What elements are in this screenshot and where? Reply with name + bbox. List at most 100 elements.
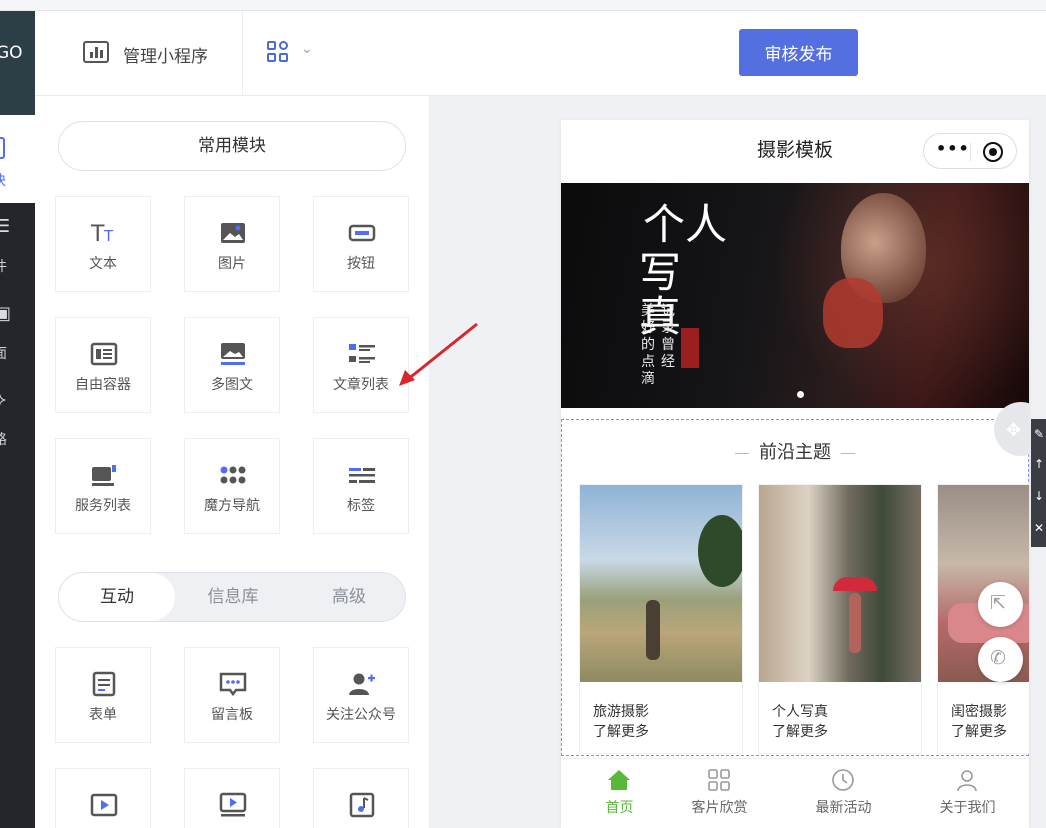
module-label: 文本: [89, 256, 117, 272]
multi-image-text-icon: [221, 343, 245, 365]
tab-interactive[interactable]: 互动: [59, 573, 175, 621]
module-label: 服务列表: [75, 498, 131, 514]
logo-text: GO: [0, 43, 23, 63]
tab-advanced[interactable]: 高级: [291, 573, 405, 621]
tab-about[interactable]: 关于我们: [909, 759, 1026, 828]
edit-icon[interactable]: ✎: [1034, 427, 1044, 441]
carousel-indicator[interactable]: [797, 391, 804, 398]
tab-info-library[interactable]: 信息库: [175, 573, 291, 621]
module-video-list[interactable]: [184, 768, 280, 828]
button-icon: [348, 224, 376, 242]
module-video[interactable]: [55, 768, 151, 828]
module-message-board[interactable]: 留言板: [184, 647, 280, 743]
move-up-icon[interactable]: ↑: [1034, 457, 1044, 471]
music-icon: [349, 792, 375, 818]
close-target-icon[interactable]: [983, 142, 1003, 162]
card-image: [759, 485, 921, 682]
card-image: [580, 485, 742, 682]
module-tag[interactable]: 标签: [313, 438, 409, 534]
rail-item-modules[interactable]: 块: [0, 115, 35, 203]
service-list-icon: [92, 465, 116, 486]
theme-card[interactable]: 旅游摄影 了解更多: [579, 484, 743, 754]
share-button[interactable]: ⇱: [978, 582, 1023, 627]
top-strip: [0, 0, 1046, 11]
module-label: 魔方导航: [204, 498, 260, 514]
grid-icon: [708, 769, 730, 791]
top-header: 管理小程序 ⌄ 审核发布: [35, 11, 1046, 96]
rail-item-components[interactable]: ☰ 件: [0, 216, 35, 286]
cube-nav-icon: [220, 466, 246, 484]
list-icon: ☰: [0, 216, 11, 237]
logo: GO: [0, 11, 35, 115]
module-label: 留言板: [211, 707, 253, 723]
rail-item-routes[interactable]: ⟡ 路: [0, 389, 35, 459]
tag-icon: [349, 468, 375, 483]
banner-subtitle-1: 记录曾经: [661, 303, 675, 370]
rail-item-label: 块: [0, 170, 6, 190]
module-music[interactable]: [313, 768, 409, 828]
module-follow-account[interactable]: 关注公众号: [313, 647, 409, 743]
user-icon: [957, 770, 977, 792]
module-label: 自由容器: [75, 377, 131, 393]
module-cube-nav[interactable]: 魔方导航: [184, 438, 280, 534]
module-image[interactable]: 图片: [184, 196, 280, 292]
card-more-link[interactable]: 了解更多: [593, 721, 649, 741]
banner-carousel[interactable]: 个人 写真 记录曾经 美好的点滴: [561, 183, 1029, 408]
module-panel: 常用模块 TT 文本 图片 按钮 自由容器 多图文 文章列表 服务列表 魔方导航…: [35, 96, 429, 828]
common-modules-header: 常用模块: [58, 121, 406, 171]
module-button[interactable]: 按钮: [313, 196, 409, 292]
section-title: 前沿主题: [562, 438, 1028, 464]
banner-title-1: 个人: [643, 200, 728, 249]
grid-apps-icon[interactable]: [267, 41, 289, 63]
pages-icon: ▣: [0, 303, 12, 324]
section-tools: ✎ ↑ ↓ ✕: [1031, 419, 1046, 547]
follow-account-icon: [349, 673, 375, 695]
video-list-icon: [219, 792, 247, 817]
module-text[interactable]: TT 文本: [55, 196, 151, 292]
module-service-list[interactable]: 服务列表: [55, 438, 151, 534]
module-label: 文章列表: [333, 377, 389, 393]
manage-miniprogram-link[interactable]: 管理小程序: [35, 11, 243, 96]
form-icon: [92, 671, 116, 697]
publish-button[interactable]: 审核发布: [739, 29, 858, 76]
video-icon: [90, 793, 118, 817]
route-icon: ⟡: [0, 389, 6, 410]
module-label: 按钮: [347, 256, 375, 272]
module-container[interactable]: 自由容器: [55, 317, 151, 413]
card-title: 闺密摄影: [951, 704, 1007, 720]
home-icon: [608, 770, 630, 790]
module-form[interactable]: 表单: [55, 647, 151, 743]
more-icon[interactable]: •••: [936, 139, 970, 158]
left-rail: GO 块 ☰ 件 ▣ 面 ⟡ 路: [0, 11, 35, 828]
card-more-link[interactable]: 了解更多: [951, 721, 1007, 741]
rail-item-pages[interactable]: ▣ 面: [0, 303, 35, 373]
image-icon: [221, 223, 245, 243]
message-board-icon: [219, 672, 247, 697]
chevron-down-icon[interactable]: ⌄: [301, 41, 313, 57]
module-multi-image-text[interactable]: 多图文: [184, 317, 280, 413]
seal-stamp: [681, 328, 699, 368]
bottom-tab-bar: 首页 客片欣赏 最新活动 关于我们: [561, 758, 1029, 828]
card-more-link[interactable]: 了解更多: [772, 721, 828, 741]
featured-themes-section[interactable]: 前沿主题 ✥ 旅游摄影 了解更多 个人写真 了解更多 闺密摄影 了解更多: [561, 402, 1029, 756]
call-button[interactable]: ✆: [978, 637, 1023, 682]
module-label: 多图文: [211, 377, 253, 393]
miniprogram-capsule[interactable]: •••: [923, 133, 1017, 169]
tab-gallery[interactable]: 客片欣赏: [661, 759, 778, 828]
editor-app: GO 块 ☰ 件 ▣ 面 ⟡ 路 管理小程序 ⌄ 审核发布: [0, 0, 1046, 828]
svg-text:T: T: [90, 222, 105, 247]
rail-item-label: 面: [0, 343, 7, 363]
banner-subtitle-2: 美好的点滴: [641, 303, 655, 387]
text-icon: TT: [90, 222, 114, 247]
tab-label: 关于我们: [939, 800, 996, 816]
tab-label: 最新活动: [815, 800, 872, 816]
move-down-icon[interactable]: ↓: [1034, 489, 1044, 503]
theme-card[interactable]: 个人写真 了解更多: [758, 484, 922, 754]
svg-text:T: T: [103, 227, 114, 245]
section-title-text: 前沿主题: [759, 442, 831, 463]
manage-label: 管理小程序: [123, 47, 208, 67]
card-title: 个人写真: [772, 704, 828, 720]
phone-icon: ✆: [990, 647, 1006, 669]
tab-activities[interactable]: 最新活动: [785, 759, 902, 828]
close-icon[interactable]: ✕: [1034, 521, 1044, 535]
